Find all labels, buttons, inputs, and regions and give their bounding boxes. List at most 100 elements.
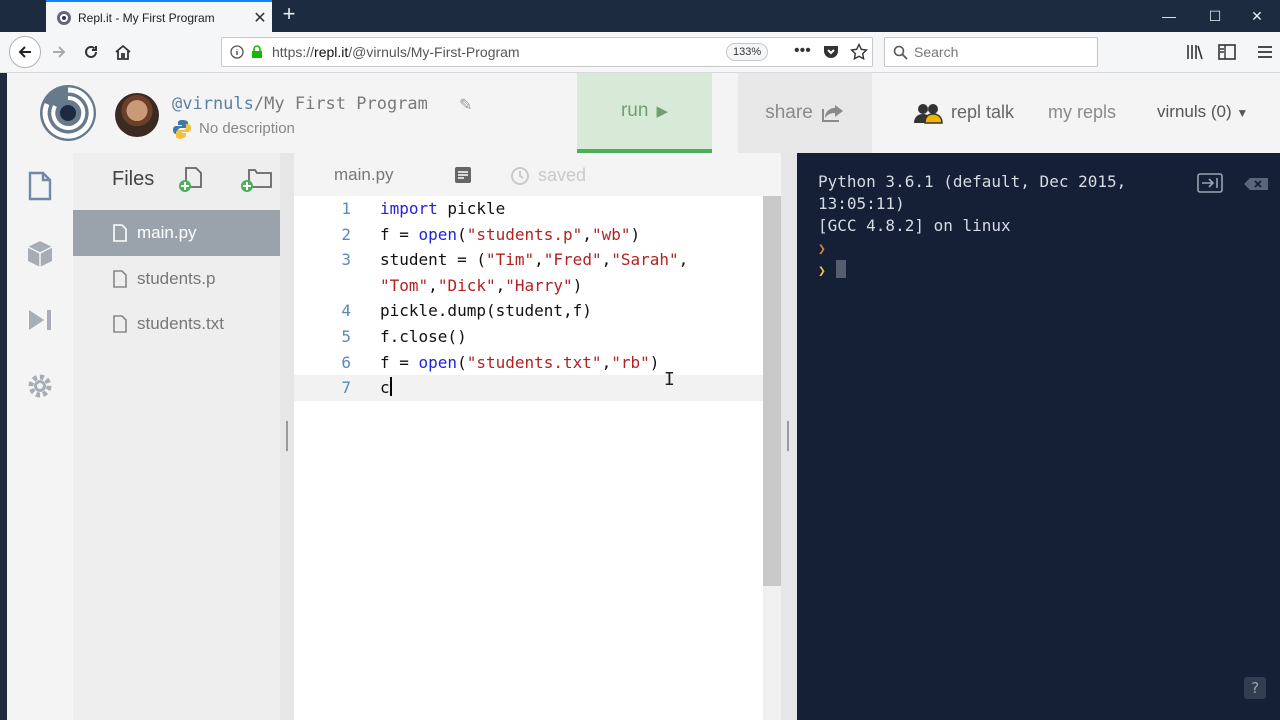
search-icon [893, 45, 908, 60]
zoom-level-badge[interactable]: 133% [726, 43, 769, 61]
console-line: [GCC 4.8.2] on linux [818, 216, 1011, 235]
forward-arrow-icon [53, 46, 66, 58]
replit-app: @virnuls/My First Program ✎ No descripti… [7, 73, 1280, 720]
code-line: 1 import pickle [294, 196, 764, 222]
code-line-3-text: student = ("Tim","Fred","Sarah", [380, 250, 689, 270]
text-caret [389, 377, 392, 397]
file-item-main-py[interactable]: main.py [73, 210, 280, 256]
code-area[interactable]: 1 import pickle 2f = open("students.p","w… [294, 196, 764, 720]
code-line-7-text: c [380, 378, 390, 398]
settings-gear-icon[interactable] [26, 371, 54, 401]
save-status: saved [510, 165, 586, 186]
edit-pencil-icon[interactable]: ✎ [459, 95, 472, 115]
share-button[interactable]: share [738, 73, 872, 153]
mouse-ibeam-cursor: I [664, 369, 675, 390]
bookmark-star-icon[interactable] [850, 43, 868, 61]
tab-close-icon[interactable]: ✕ [248, 8, 272, 28]
editor-scrollbar[interactable] [763, 196, 781, 720]
lock-icon [252, 45, 262, 58]
code-line-wrap: "Tom","Dick","Harry") [294, 273, 764, 299]
code-line-4-text: pickle.dump(student,f) [380, 301, 592, 321]
sidebar-icon [1218, 44, 1236, 60]
help-button[interactable]: ? [1244, 677, 1266, 699]
code-editor: main.py saved 1 import pickle 2f = open("… [294, 153, 781, 720]
console-input-line[interactable]: ❯ [818, 259, 846, 283]
my-repls-link[interactable]: my repls [1048, 102, 1116, 123]
chevron-down-icon: ▼ [1236, 106, 1249, 120]
code-line: 6f = open("students.txt","rb") [294, 350, 764, 376]
file-icon [113, 270, 127, 288]
file-name: students.p [137, 269, 216, 288]
code-line: 4 pickle.dump(student,f) [294, 298, 764, 324]
file-icon [113, 224, 127, 242]
console-panel[interactable]: Python 3.6.1 (default, Dec 2015, 13:05:1… [797, 153, 1280, 720]
repl-talk-icon [914, 104, 943, 124]
menu-button[interactable] [1250, 37, 1280, 67]
editor-tab-main-py[interactable]: main.py [334, 165, 394, 185]
editor-scroll-thumb[interactable] [763, 196, 781, 586]
files-icon[interactable] [26, 171, 54, 201]
replit-favicon-icon [57, 10, 71, 25]
user-avatar[interactable] [115, 93, 159, 137]
reload-button[interactable] [76, 37, 106, 67]
add-file-icon[interactable] [178, 166, 204, 194]
run-button[interactable]: run ▶ [577, 73, 712, 153]
home-button[interactable] [108, 37, 138, 67]
search-bar[interactable]: Search [884, 37, 1098, 67]
code-line: 5 f.close() [294, 324, 764, 350]
app-header: @virnuls/My First Program ✎ No descripti… [7, 73, 1280, 153]
prompt-chevron-icon: ❯ [818, 264, 826, 279]
file-icon [113, 315, 127, 333]
project-title[interactable]: @virnuls/My First Program [172, 94, 428, 114]
project-description[interactable]: No description [199, 120, 295, 137]
code-line-2-text: f = open("students.p","wb") [380, 224, 641, 244]
code-line-3-wrap-text: "Tom","Dick","Harry") [380, 275, 583, 295]
info-icon[interactable] [230, 45, 244, 59]
replit-logo-icon[interactable] [39, 84, 97, 142]
packages-icon[interactable] [26, 239, 54, 269]
play-icon: ▶ [656, 103, 668, 120]
hamburger-menu-icon [1258, 46, 1272, 58]
code-line-6-text: f = open("students.txt","rb") [380, 352, 660, 372]
browser-tab[interactable]: Repl.it - My First Program ✕ [46, 0, 272, 33]
forward-button[interactable] [44, 37, 74, 67]
search-placeholder: Search [914, 44, 959, 60]
python-icon [173, 120, 191, 139]
console-line: Python 3.6.1 (default, Dec 2015, [818, 172, 1127, 191]
repl-talk-link[interactable]: repl talk [951, 102, 1014, 123]
sidebar-toggle-button[interactable] [1212, 37, 1242, 67]
library-button[interactable] [1180, 37, 1210, 67]
user-menu[interactable]: virnuls (0) ▼ [1157, 102, 1248, 122]
console-cursor [835, 260, 846, 278]
minimize-icon[interactable]: — [1146, 0, 1192, 32]
files-title: Files [112, 168, 155, 190]
file-name: students.txt [137, 314, 224, 333]
page-actions-icon[interactable]: ••• [794, 42, 811, 60]
share-icon [821, 105, 843, 122]
url-bar[interactable]: https://repl.it/@virnuls/My-First-Progra… [221, 37, 873, 67]
url-text: https://repl.it/@virnuls/My-First-Progra… [272, 44, 520, 60]
files-editor-resize-handle[interactable] [280, 153, 294, 720]
file-item-students-txt[interactable]: students.txt [73, 301, 280, 347]
maximize-icon[interactable]: ☐ [1192, 0, 1238, 32]
console-clear-screen-icon[interactable] [1197, 173, 1223, 193]
console-prompt-line: ❯ [818, 237, 826, 261]
format-icon[interactable] [454, 166, 472, 184]
new-tab-icon[interactable]: + [277, 3, 301, 27]
file-name: main.py [137, 223, 197, 242]
reload-icon [85, 45, 97, 58]
left-sidebar [7, 153, 73, 720]
console-clear-icon[interactable] [1243, 177, 1269, 191]
editor-console-resize-handle[interactable] [781, 153, 797, 720]
debugger-icon[interactable] [26, 305, 54, 335]
window-close-icon[interactable]: ✕ [1234, 0, 1280, 32]
file-item-students-p[interactable]: students.p [73, 256, 280, 302]
console-line: 13:05:11) [818, 194, 905, 213]
pocket-icon[interactable] [822, 44, 840, 60]
code-line: 2f = open("students.p","wb") [294, 222, 764, 248]
files-panel: Files main.py students.p students.txt [73, 153, 280, 720]
back-arrow-icon [18, 46, 31, 58]
back-button[interactable] [9, 36, 41, 68]
history-icon [511, 166, 529, 185]
add-folder-icon[interactable] [239, 166, 273, 194]
